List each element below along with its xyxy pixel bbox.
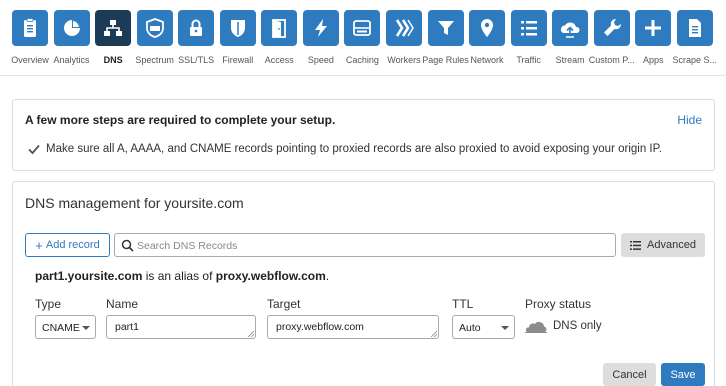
top-nav: Overview Analytics DNS Spectrum SSL/TLS Firew… <box>0 0 726 76</box>
setup-title: A few more steps are required to complet… <box>25 113 336 127</box>
plus-icon: + <box>35 237 43 253</box>
target-label: Target <box>267 297 301 311</box>
nav-tile <box>302 10 339 46</box>
nav-tile <box>427 10 464 46</box>
list-icon <box>630 240 642 250</box>
advanced-label: Advanced <box>647 239 696 251</box>
advanced-button[interactable]: Advanced <box>621 233 705 257</box>
dns-title: DNS management for yoursite.com <box>25 195 244 211</box>
nav-label: Scrape S... <box>672 55 718 65</box>
chevron-down-icon <box>501 326 509 330</box>
setup-card: A few more steps are required to complet… <box>12 99 715 171</box>
alias-host: part1.yoursite.com <box>35 269 143 283</box>
checkmark-icon <box>28 144 40 155</box>
cloud-icon[interactable] <box>525 320 547 333</box>
document-icon <box>688 19 701 37</box>
type-value: CNAME <box>42 322 80 334</box>
nav-tile <box>12 10 48 46</box>
alias-end: . <box>325 269 330 283</box>
chevron-down-icon <box>82 326 90 330</box>
target-input[interactable]: proxy.webflow.com <box>267 315 439 339</box>
nav-tile <box>53 10 90 46</box>
ttl-label: TTL <box>452 297 474 311</box>
network-icon <box>104 20 123 36</box>
clipboard-icon <box>24 18 36 37</box>
alias-notice: part1.yoursite.com is an alias of proxy.… <box>35 269 329 283</box>
filter-icon <box>437 21 454 35</box>
firewall-shield-icon <box>230 20 245 37</box>
alias-middle: is an alias of <box>142 269 216 283</box>
hide-link[interactable]: Hide <box>677 113 702 127</box>
pie-chart-icon <box>63 20 80 36</box>
nav-tile <box>136 10 173 46</box>
list-icon <box>520 21 537 36</box>
target-value: proxy.webflow.com <box>276 321 364 333</box>
nav-item-scrape-s[interactable]: Scrape S... <box>673 10 723 70</box>
nav-tile <box>261 10 298 46</box>
dns-management-card: DNS management for yoursite.com + Add re… <box>12 181 715 386</box>
type-label: Type <box>35 297 62 311</box>
nav-tile <box>510 10 547 46</box>
search-box <box>114 233 616 257</box>
wrench-icon <box>603 18 621 36</box>
nav-tile <box>676 10 713 46</box>
proxy-status-label: Proxy status <box>525 297 592 311</box>
server-icon <box>353 20 372 36</box>
type-select[interactable]: CNAME <box>35 315 96 339</box>
cloud-upload-icon <box>561 22 580 38</box>
resize-grip-icon[interactable] <box>247 330 254 337</box>
shield-card-icon <box>145 18 164 38</box>
door-icon <box>272 19 287 38</box>
search-icon <box>121 239 134 252</box>
nav-tile <box>385 10 422 46</box>
nav-tile <box>95 10 132 46</box>
nav-tile <box>344 10 381 46</box>
name-label: Name <box>106 297 139 311</box>
nav-tile <box>219 10 256 46</box>
nav-tile <box>469 10 506 46</box>
search-input[interactable] <box>137 237 607 254</box>
save-button[interactable]: Save <box>661 363 705 386</box>
add-record-label: Add record <box>45 239 100 251</box>
lock-icon <box>190 19 203 36</box>
plus-icon <box>645 20 662 36</box>
name-value: part1 <box>115 321 139 333</box>
nav-tile <box>593 10 630 46</box>
nav-tile <box>635 10 672 46</box>
proxy-status-value: DNS only <box>553 320 602 332</box>
ttl-value: Auto <box>459 322 481 334</box>
name-input[interactable]: part1 <box>106 315 256 339</box>
alias-target: proxy.webflow.com <box>215 269 326 283</box>
resize-grip-icon[interactable] <box>430 330 437 337</box>
nav-tile <box>552 10 589 46</box>
add-record-button[interactable]: + Add record <box>25 233 110 257</box>
setup-message: Make sure all A, AAAA, and CNAME records… <box>46 143 663 155</box>
location-pin-icon <box>481 19 494 37</box>
cancel-button[interactable]: Cancel <box>603 363 656 386</box>
ttl-select[interactable]: Auto <box>452 315 515 339</box>
workers-chevrons-icon <box>395 19 414 37</box>
lightning-icon <box>314 19 327 37</box>
nav-tile <box>178 10 215 46</box>
